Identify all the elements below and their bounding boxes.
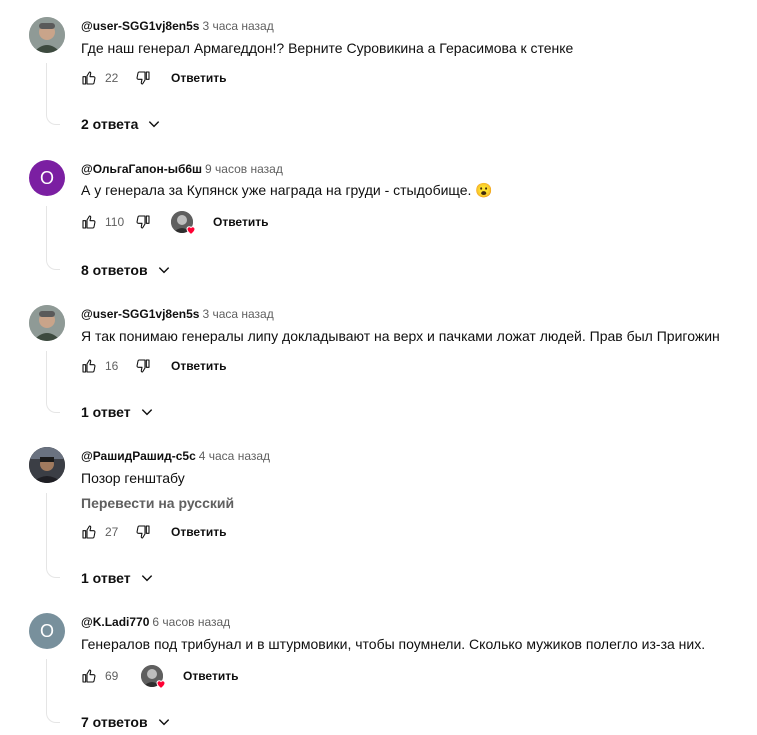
photo-avatar-man-icon <box>29 17 65 53</box>
avatar[interactable] <box>29 305 65 341</box>
chevron-down-icon <box>158 267 169 274</box>
comment-meta: @user-SGG1vj8en5s 3 часа назад <box>81 19 274 33</box>
comment-meta: @user-SGG1vj8en5s 3 часа назад <box>81 307 274 321</box>
comment-time[interactable]: 3 часа назад <box>202 307 273 321</box>
thread-line <box>46 659 60 723</box>
replies-toggle[interactable]: 7 ответов <box>81 714 171 730</box>
reply-button[interactable]: Ответить <box>171 71 226 85</box>
avatar-letter: О <box>39 167 54 188</box>
comment-author[interactable]: @user-SGG1vj8en5s <box>81 19 199 33</box>
chevron-down-icon <box>141 409 152 416</box>
heart-icon <box>186 226 196 236</box>
comment-time[interactable]: 4 часа назад <box>199 449 270 463</box>
replies-toggle[interactable]: 1 ответ <box>81 404 154 420</box>
comment-meta: @K.Ladi770 6 часов назад <box>81 615 230 629</box>
like-icon[interactable] <box>81 524 97 540</box>
replies-toggle[interactable]: 1 ответ <box>81 570 154 586</box>
heart-icon <box>156 680 166 690</box>
comment-author[interactable]: @РашидРашид-с5с <box>81 449 196 463</box>
comment-author[interactable]: @ОльгаГапон-ыб6ш <box>81 162 202 176</box>
comment-time[interactable]: 6 часов назад <box>152 615 230 629</box>
photo-avatar-dark-icon <box>29 447 65 483</box>
thread-line <box>46 63 60 125</box>
like-icon[interactable] <box>81 358 97 374</box>
comment-text: Я так понимаю генералы липу докладывают … <box>81 328 720 344</box>
comment-meta: @РашидРашид-с5с 4 часа назад <box>81 449 270 463</box>
comment-actions: 16 Ответить <box>81 356 226 376</box>
dislike-icon[interactable] <box>135 524 151 540</box>
like-count: 16 <box>105 359 119 373</box>
reply-button[interactable]: Ответить <box>171 359 226 373</box>
like-icon[interactable] <box>81 70 97 86</box>
photo-avatar-man-icon <box>29 305 65 341</box>
replies-label: 1 ответ <box>81 404 131 420</box>
reply-button[interactable]: Ответить <box>171 525 226 539</box>
avatar[interactable] <box>29 17 65 53</box>
thread-line <box>46 206 60 270</box>
comment-actions: 27 Ответить <box>81 522 226 542</box>
chevron-down-icon <box>149 121 160 128</box>
thread-line <box>46 351 60 413</box>
emoji-surprised: 😮 <box>475 182 493 198</box>
comment-actions: 69 Ответить <box>81 665 238 690</box>
chevron-down-icon <box>158 719 169 726</box>
dislike-icon[interactable] <box>135 214 151 230</box>
like-count: 69 <box>105 669 119 683</box>
reply-button[interactable]: Ответить <box>213 215 268 229</box>
dislike-icon[interactable] <box>135 358 151 374</box>
creator-heart-badge <box>171 211 196 236</box>
comment-author[interactable]: @K.Ladi770 <box>81 615 149 629</box>
replies-toggle[interactable]: 8 ответов <box>81 262 171 278</box>
like-count: 110 <box>105 215 125 229</box>
comment-time[interactable]: 3 часа назад <box>202 19 273 33</box>
chevron-down-icon <box>141 575 152 582</box>
dislike-icon[interactable] <box>135 70 151 86</box>
replies-label: 8 ответов <box>81 262 148 278</box>
avatar-letter: О <box>39 620 54 641</box>
avatar[interactable]: О <box>29 613 65 649</box>
comment-actions: 110 Ответить <box>81 211 268 236</box>
avatar[interactable]: О <box>29 160 65 196</box>
creator-heart-badge <box>141 665 166 690</box>
replies-toggle[interactable]: 2 ответа <box>81 116 161 132</box>
like-count: 22 <box>105 71 119 85</box>
translate-link[interactable]: Перевести на русский <box>81 495 234 511</box>
comment-meta: @ОльгаГапон-ыб6ш 9 часов назад <box>81 162 283 176</box>
like-icon[interactable] <box>81 214 97 230</box>
replies-label: 2 ответа <box>81 116 139 132</box>
reply-button[interactable]: Ответить <box>183 669 238 683</box>
comment-text: Генералов под трибунал и в штурмовики, ч… <box>81 636 706 652</box>
comment-text: Где наш генерал Армагеддон!? Верните Сур… <box>81 40 574 56</box>
like-count: 27 <box>105 525 119 539</box>
comment-actions: 22 Ответить <box>81 68 226 88</box>
like-icon[interactable] <box>81 668 97 684</box>
avatar[interactable] <box>29 447 65 483</box>
comment-time[interactable]: 9 часов назад <box>205 162 283 176</box>
comment-author[interactable]: @user-SGG1vj8en5s <box>81 307 199 321</box>
comment-text: А у генерала за Купянск уже награда на г… <box>81 182 472 198</box>
replies-label: 1 ответ <box>81 570 131 586</box>
thread-line <box>46 493 60 578</box>
comment-text-row: А у генерала за Купянск уже награда на г… <box>81 180 493 200</box>
replies-label: 7 ответов <box>81 714 148 730</box>
comment-text: Позор генштабу <box>81 470 185 486</box>
